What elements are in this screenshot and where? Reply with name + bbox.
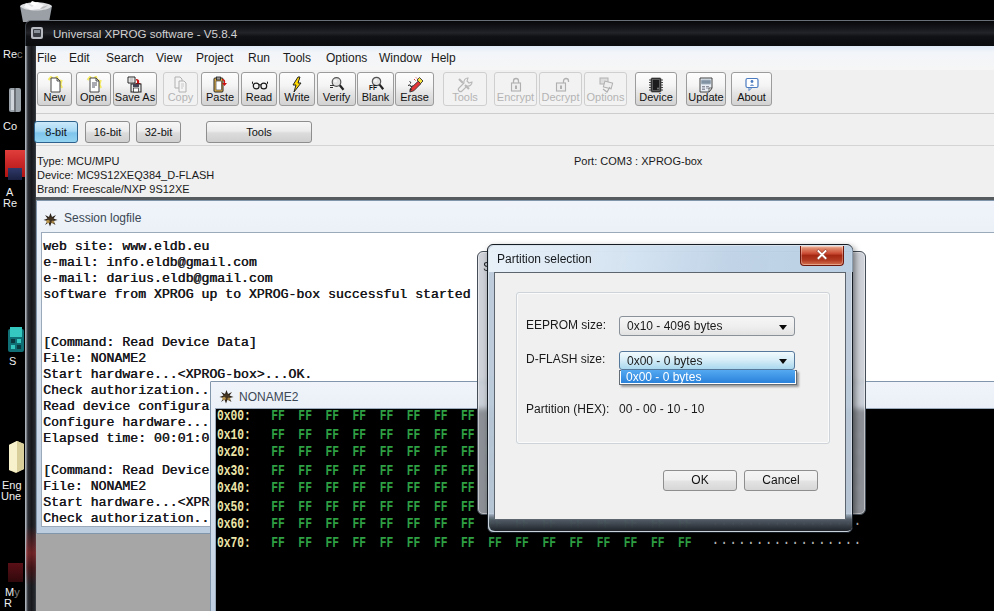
svg-text:FF: FF bbox=[369, 84, 377, 91]
